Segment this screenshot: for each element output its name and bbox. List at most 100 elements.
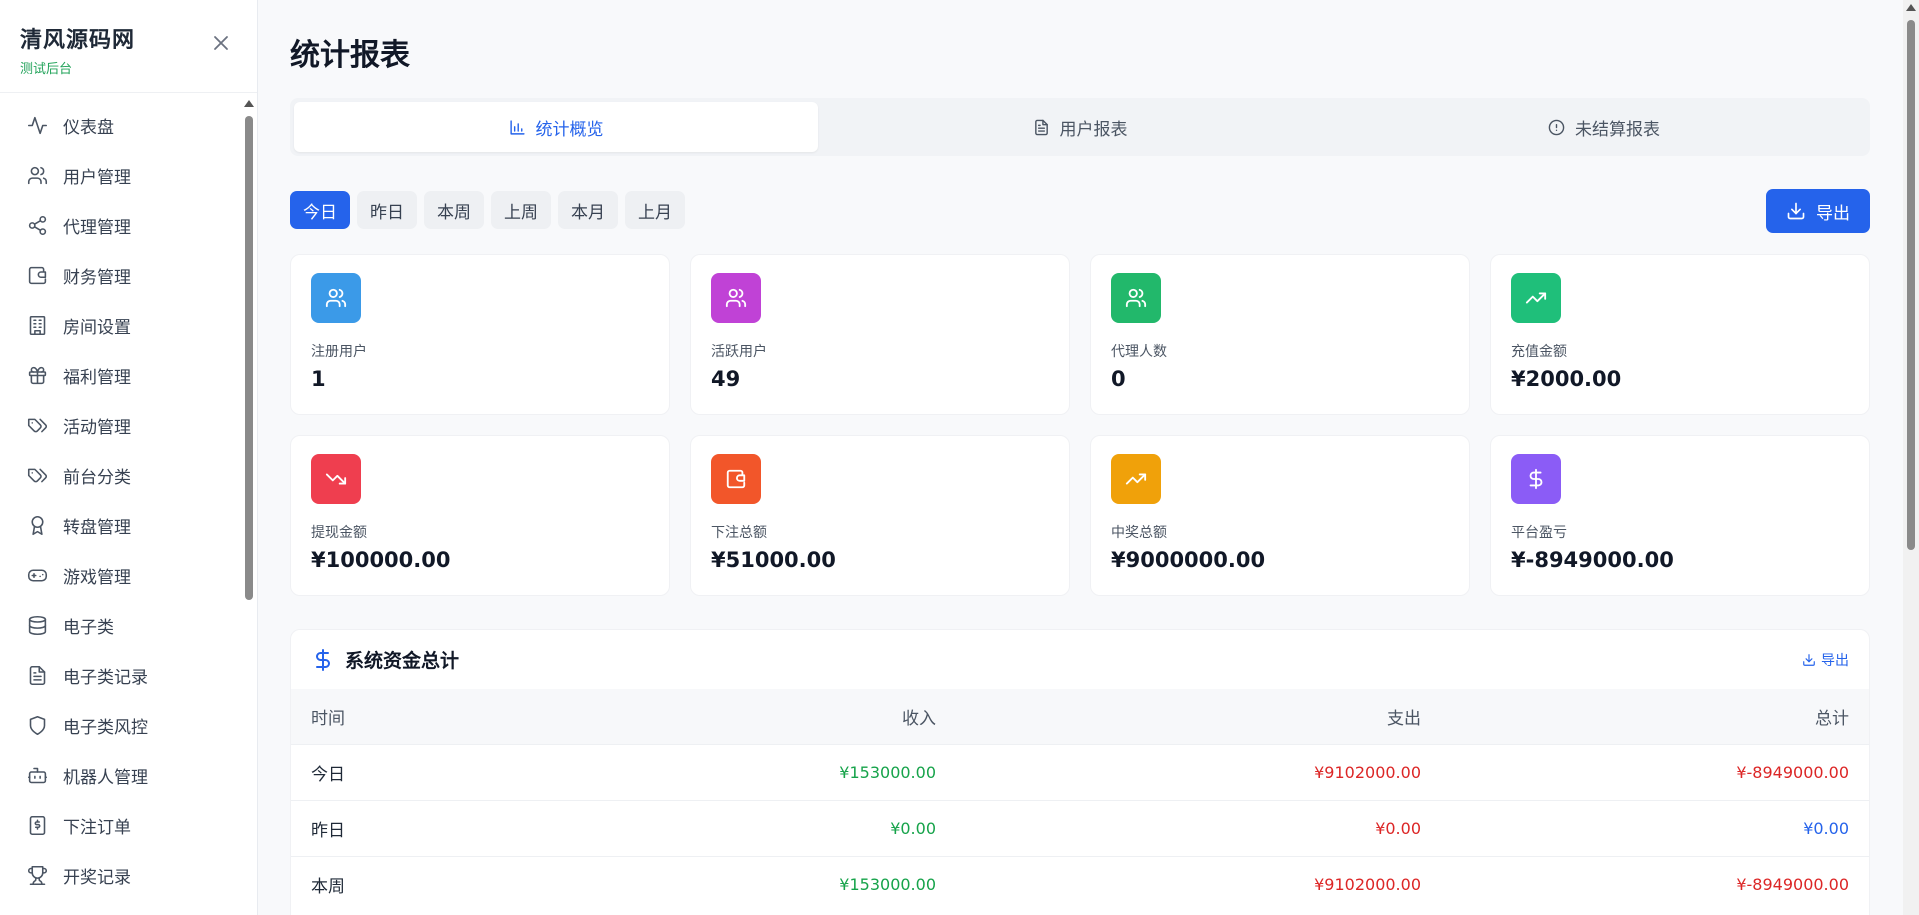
sidebar-item-label: 活动管理: [63, 417, 131, 438]
stat-value: ¥51000.00: [711, 548, 836, 572]
sidebar-item-11[interactable]: 电子类记录: [0, 650, 248, 700]
sidebar-item-9[interactable]: 游戏管理: [0, 550, 248, 600]
stat-value: 1: [311, 367, 326, 391]
sidebar-item-13[interactable]: 机器人管理: [0, 750, 248, 800]
sidebar-scroll-thumb[interactable]: [245, 116, 253, 600]
sidebar-scrollbar[interactable]: [244, 100, 254, 915]
funds-table: 时间 收入 支出 总计 今日 ¥153000.00 ¥9102000.00 ¥-894…: [291, 689, 1869, 912]
sidebar-item-1[interactable]: 用户管理: [0, 150, 248, 200]
stat-label: 下注总额: [711, 525, 767, 541]
cell-expense: ¥9102000.00: [936, 855, 1421, 912]
sidebar-item-label: 电子类风控: [63, 717, 148, 738]
cell-total: ¥-8949000.00: [1421, 855, 1869, 912]
cell-time: 昨日: [291, 799, 591, 856]
period-button-4[interactable]: 本月: [558, 191, 618, 229]
stat-label: 充值金额: [1511, 344, 1567, 360]
funds-panel-header: 系统资金总计 导出: [291, 630, 1869, 689]
brand-subtitle: 测试后台: [20, 62, 73, 77]
period-button-0[interactable]: 今日: [290, 191, 350, 229]
tab-1[interactable]: 用户报表: [818, 102, 1342, 152]
sidebar-item-label: 机器人管理: [63, 767, 148, 788]
period-button-5[interactable]: 上月: [625, 191, 685, 229]
cell-time: 今日: [291, 743, 591, 800]
close-icon[interactable]: [210, 32, 232, 54]
sidebar-item-label: 用户管理: [63, 167, 131, 188]
gift-icon: [26, 364, 48, 386]
period-button-1[interactable]: 昨日: [357, 191, 417, 229]
cell-time: 本周: [291, 855, 591, 912]
sidebar-item-label: 电子类记录: [63, 667, 148, 688]
sidebar-item-label: 前台分类: [63, 467, 131, 488]
stat-value: 49: [711, 367, 741, 391]
tab-label: 统计概览: [535, 119, 604, 140]
period-button-3[interactable]: 上周: [491, 191, 551, 229]
sidebar-item-2[interactable]: 代理管理: [0, 200, 248, 250]
page-scrollbar[interactable]: [1903, 0, 1919, 915]
tag-icon: [26, 464, 48, 486]
users-icon: [26, 164, 48, 186]
sidebar-item-0[interactable]: 仪表盘: [0, 100, 248, 150]
cell-total: ¥-8949000.00: [1421, 743, 1869, 800]
sidebar-item-7[interactable]: 前台分类: [0, 450, 248, 500]
scroll-up-icon[interactable]: [1906, 4, 1916, 11]
sidebar-item-label: 电子类: [63, 617, 114, 638]
trending-up-icon: [1511, 273, 1561, 323]
stat-label: 中奖总额: [1111, 525, 1167, 541]
building-icon: [26, 314, 48, 336]
scroll-up-icon[interactable]: [244, 100, 254, 107]
tab-label: 未结算报表: [1575, 119, 1660, 140]
stat-card: 下注总额 ¥51000.00: [690, 435, 1070, 596]
download-icon: [1802, 653, 1816, 667]
sidebar-item-6[interactable]: 活动管理: [0, 400, 248, 450]
stat-card: 代理人数 0: [1090, 254, 1470, 415]
users-icon: [1111, 273, 1161, 323]
stat-label: 代理人数: [1111, 344, 1167, 360]
users-icon: [311, 273, 361, 323]
sidebar-item-15[interactable]: 开奖记录: [0, 850, 248, 900]
activity-icon: [26, 114, 48, 136]
sidebar-item-10[interactable]: 电子类: [0, 600, 248, 650]
stat-card: 中奖总额 ¥9000000.00: [1090, 435, 1470, 596]
export-button[interactable]: 导出: [1766, 189, 1870, 233]
report-tabs: 统计概览 用户报表 未结算报表: [290, 98, 1870, 156]
sidebar-item-14[interactable]: 下注订单: [0, 800, 248, 850]
stat-label: 提现金额: [311, 525, 367, 541]
stat-card: 注册用户 1: [290, 254, 670, 415]
sidebar-item-label: 下注订单: [63, 817, 131, 838]
funds-export-link[interactable]: 导出: [1802, 650, 1849, 670]
stats-grid: 注册用户 1 活跃用户 49 代理人数 0 充值金额 ¥2000.00 提现金额 ¥100000.…: [290, 254, 1870, 596]
page-scroll-thumb[interactable]: [1907, 20, 1915, 550]
sidebar-item-12[interactable]: 电子类风控: [0, 700, 248, 750]
receipt-icon: [26, 814, 48, 836]
cell-income: ¥153000.00: [591, 855, 936, 912]
bot-icon: [26, 764, 48, 786]
stat-value: 0: [1111, 367, 1126, 391]
sidebar-item-label: 代理管理: [63, 217, 131, 238]
period-button-2[interactable]: 本周: [424, 191, 484, 229]
column-header-income: 收入: [591, 689, 936, 744]
cell-expense: ¥9102000.00: [936, 743, 1421, 800]
stat-value: ¥100000.00: [311, 548, 451, 572]
sidebar-item-5[interactable]: 福利管理: [0, 350, 248, 400]
cell-expense: ¥0.00: [936, 799, 1421, 856]
app: 清风源码网 测试后台 仪表盘 用户管理 代理管理 财务管理 房间设置 福利管理 活动管理 前台…: [0, 0, 1919, 915]
sidebar-item-label: 转盘管理: [63, 517, 131, 538]
sidebar-item-label: 仪表盘: [63, 117, 114, 138]
sidebar-item-8[interactable]: 转盘管理: [0, 500, 248, 550]
trending-down-icon: [311, 454, 361, 504]
dollar-icon: [311, 648, 335, 672]
sidebar-item-label: 福利管理: [63, 367, 131, 388]
sidebar-item-3[interactable]: 财务管理: [0, 250, 248, 300]
file-text-icon: [26, 664, 48, 686]
sidebar-nav: 仪表盘用户管理代理管理财务管理 房间设置福利管理活动管理前台分类转盘管理游戏管理电…: [0, 100, 248, 915]
tab-2[interactable]: 未结算报表: [1342, 102, 1866, 152]
wallet-icon: [26, 264, 48, 286]
stat-label: 注册用户: [311, 344, 367, 360]
page-title: 统计报表: [290, 38, 410, 73]
database-icon: [26, 614, 48, 636]
sidebar-item-4[interactable]: 房间设置: [0, 300, 248, 350]
trending-up-icon: [1111, 454, 1161, 504]
users-icon: [711, 273, 761, 323]
column-header-time: 时间: [291, 689, 591, 744]
tab-0[interactable]: 统计概览: [294, 102, 818, 152]
